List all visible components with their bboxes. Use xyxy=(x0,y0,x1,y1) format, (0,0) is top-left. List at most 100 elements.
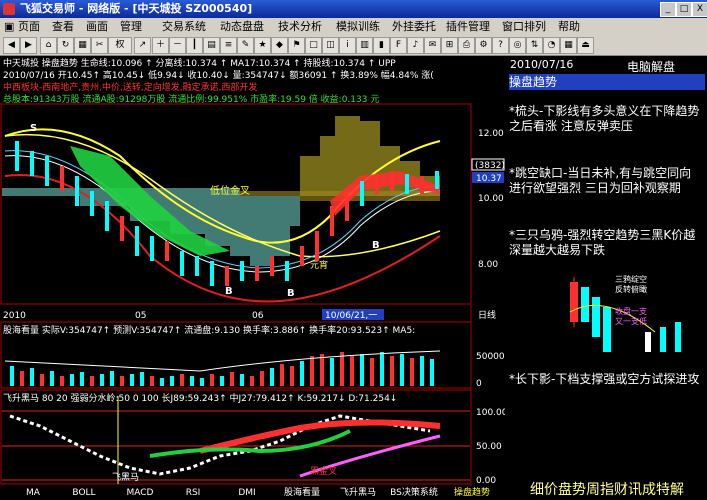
select-icon[interactable]: ⊞ xyxy=(441,37,458,54)
menu-plugin-order[interactable]: 外挂委托 xyxy=(392,18,436,35)
back-icon[interactable]: ◀ xyxy=(3,37,20,54)
high-label: 元宵 xyxy=(310,259,328,271)
tab-trend[interactable]: 操盘趋势 xyxy=(446,486,498,500)
tab-ma[interactable]: MA xyxy=(18,486,48,500)
tab-black-horse[interactable]: 飞升黑马 xyxy=(332,486,384,500)
flag-icon[interactable]: ⚑ xyxy=(288,37,305,54)
rp-note-3: *三只乌鸦-强烈转空趋势三黑K价越深量越大越易下跌 xyxy=(509,228,696,257)
menu-window[interactable]: 窗口排列 xyxy=(502,18,546,35)
vol-tick-0: 0 xyxy=(476,379,482,389)
calc-icon[interactable]: ▥ xyxy=(356,37,373,54)
volume-bars xyxy=(10,352,434,386)
diagram-label-3: 收盘一支 xyxy=(615,306,647,316)
pie-icon[interactable]: ◔ xyxy=(543,37,560,54)
black-horse-label: 飞黑马 xyxy=(112,472,139,483)
weight-button[interactable]: 权 xyxy=(108,37,132,54)
star-icon[interactable]: ★ xyxy=(254,37,271,54)
web-icon[interactable]: ◎ xyxy=(509,37,526,54)
menu-trading-system[interactable]: 交易系统 xyxy=(162,18,206,35)
menu-manage[interactable]: 管理 xyxy=(120,18,142,35)
sort-icon[interactable]: ⇅ xyxy=(526,37,543,54)
tab-bs-decision[interactable]: BS决策系统 xyxy=(384,486,444,500)
b-marker-3: B xyxy=(372,240,380,251)
indicator-tabs: MA BOLL MACD RSI DMI 股海看量 飞升黑马 BS决策系统 操盘… xyxy=(0,486,505,500)
zoom-in-icon[interactable]: ＋ xyxy=(152,37,169,54)
price-value: 10.37 xyxy=(476,174,502,184)
arrow-icon[interactable]: ↗ xyxy=(134,37,151,54)
rp-title: 电脑解盘 xyxy=(627,60,676,74)
osc-tick-100: 100.00 xyxy=(476,408,505,418)
kline-icon[interactable]: ┃ xyxy=(186,37,203,54)
question-icon[interactable]: ? xyxy=(492,37,509,54)
menu-help[interactable]: 帮助 xyxy=(558,18,580,35)
bars-icon[interactable]: ▮ xyxy=(373,37,390,54)
rp-note-2: *跳空缺口-当日未补,有与跳空同向进行欲望强烈 三日为回补观察期 xyxy=(509,166,692,195)
stock-line: 中天城投 操盘趋势 生命线:10.096 ↑ 分离线:10.374 ↑ MA17… xyxy=(3,57,396,69)
tab-macd[interactable]: MACD xyxy=(122,486,158,500)
x-label-06: 06 xyxy=(252,311,264,321)
x-daily-label: 日线 xyxy=(478,309,496,321)
print-icon[interactable]: ⎙ xyxy=(458,37,475,54)
close-button[interactable]: X xyxy=(692,2,707,17)
tab-rsi[interactable]: RSI xyxy=(178,486,208,500)
title-bar: 飞狐交易师 - 网络版 - [中天城投 SZ000540] _ □ X xyxy=(0,0,707,18)
rp-footer[interactable]: 细价盘势周指财讯成特解 xyxy=(507,480,707,500)
sector-line: 中西板块-西南地产,贵州,中价,送转,定向增发,融定承诺,西部开发 xyxy=(3,81,257,93)
minimize-button[interactable]: _ xyxy=(660,2,676,17)
zoom-out-icon[interactable]: － xyxy=(169,37,186,54)
y-tick-8: 8.00 xyxy=(478,260,498,270)
tab-dmi[interactable]: DMI xyxy=(232,486,262,500)
alarm-icon[interactable]: ♪ xyxy=(407,37,424,54)
menu-tech-analysis[interactable]: 技术分析 xyxy=(278,18,322,35)
window-icon[interactable]: □ xyxy=(305,37,322,54)
refresh-icon[interactable]: ↻ xyxy=(57,37,74,54)
menu-bar: ▣ 页面 查看 画面 管理 交易系统 动态盘盘 技术分析 模拟训练 外挂委托 插… xyxy=(0,18,707,35)
diagram-label-4: 又一支低 xyxy=(615,316,647,326)
chart-icon[interactable]: ▤ xyxy=(203,37,220,54)
rp-note-4: *长下影-下档支撑强或空方试探进攻 xyxy=(509,372,700,386)
tab-boll[interactable]: BOLL xyxy=(66,486,102,500)
menu-icon[interactable]: ▣ xyxy=(4,18,14,35)
news-icon[interactable]: ✉ xyxy=(424,37,441,54)
vol-tick-500000: 500000 xyxy=(476,352,505,362)
menu-picture[interactable]: 画面 xyxy=(86,18,108,35)
maximize-button[interactable]: □ xyxy=(676,2,692,17)
vol-ma-line xyxy=(4,350,441,372)
rp-section: 操盘趋势 xyxy=(509,74,705,90)
chart-area[interactable]: 中天城投 操盘趋势 生命线:10.096 ↑ 分离线:10.374 ↑ MA17… xyxy=(0,56,505,486)
y-tick-10: 10.00 xyxy=(478,194,504,204)
window-title: 飞狐交易师 - 网络版 - [中天城投 SZ000540] xyxy=(20,2,253,15)
info-icon[interactable]: i xyxy=(339,37,356,54)
chart-svg[interactable]: 中天城投 操盘趋势 生命线:10.096 ↑ 分离线:10.374 ↑ MA17… xyxy=(0,56,505,486)
home-icon[interactable]: ⌂ xyxy=(40,37,57,54)
menu-plugin-manage[interactable]: 插件管理 xyxy=(446,18,490,35)
settings-icon[interactable]: ⚙ xyxy=(475,37,492,54)
tab-volume[interactable]: 股海看量 xyxy=(276,486,328,500)
lock-icon[interactable]: ◆ xyxy=(271,37,288,54)
gold-cross-label: 黑金叉 xyxy=(310,465,337,477)
grid-icon[interactable]: ▦ xyxy=(74,37,91,54)
right-panel: 2010/07/16 电脑解盘 操盘趋势 *梳头-下影线有多头意义在下降趋势之后… xyxy=(507,56,707,486)
s-marker: S xyxy=(30,123,37,134)
list-icon[interactable]: ≡ xyxy=(220,37,237,54)
menu-page[interactable]: 页面 xyxy=(18,18,40,35)
split-icon[interactable]: ◫ xyxy=(322,37,339,54)
x-label-05: 05 xyxy=(135,311,146,321)
f10-icon[interactable]: F xyxy=(390,37,407,54)
capital-line: 总股本:91343万股 流通A股:91298万股 流通比例:99.951% 市盈… xyxy=(3,93,379,105)
exit-icon[interactable]: ⏏ xyxy=(577,37,594,54)
menu-dynamic[interactable]: 动态盘盘 xyxy=(220,18,264,35)
app-icon xyxy=(3,3,15,15)
menu-sim-training[interactable]: 模拟训练 xyxy=(336,18,380,35)
draw-icon[interactable]: ✎ xyxy=(237,37,254,54)
cut-icon[interactable]: ✂ xyxy=(91,37,108,54)
forward-icon[interactable]: ▶ xyxy=(20,37,37,54)
rp-date: 2010/07/16 xyxy=(510,58,574,71)
table-icon[interactable]: ▦ xyxy=(560,37,577,54)
menu-view[interactable]: 查看 xyxy=(52,18,74,35)
toolbar: ◀ ▶ ⌂ ↻ ▦ ✂ 权 ↗ ＋ － ┃ ▤ ≡ ✎ ★ ◆ ⚑ □ ◫ i … xyxy=(0,35,707,56)
y-tick-12: 12.00 xyxy=(478,129,504,139)
diagram-label-1: 三鸦绽空 xyxy=(615,274,647,284)
diagram-label-2: 反转俯瞰 xyxy=(615,284,647,294)
date-line: 2010/07/16 开10.45↑ 高10.45↓ 低9.94↓ 收10.40… xyxy=(3,69,434,81)
